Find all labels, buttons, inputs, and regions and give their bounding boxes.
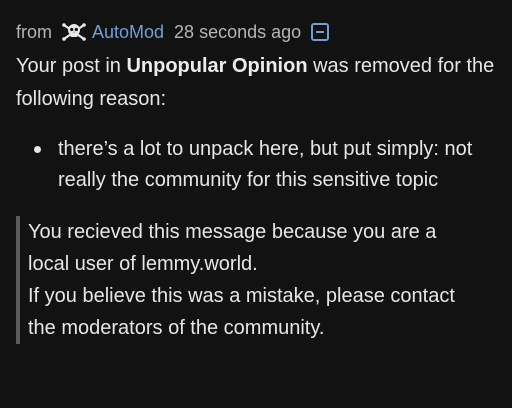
author-username-link[interactable]: AutoMod <box>92 22 164 43</box>
list-item: there’s a lot to unpack here, but put si… <box>34 134 496 196</box>
collapse-minus-icon[interactable] <box>311 23 330 41</box>
quote-line-2: If you believe this was a mistake, pleas… <box>28 285 455 339</box>
footer-quote: You recieved this message because you ar… <box>16 216 456 344</box>
removal-notice: Your post in Unpopular Opinion was remov… <box>16 50 496 116</box>
skull-crossbones-icon[interactable] <box>62 22 86 42</box>
community-name: Unpopular Opinion <box>126 55 308 77</box>
quote-line-1: You recieved this message because you ar… <box>28 221 437 275</box>
from-label: from <box>16 21 52 42</box>
moderation-message: from AutoMod 28 seconds ago Your post in… <box>0 0 512 408</box>
removal-reasons-list: there’s a lot to unpack here, but put si… <box>16 134 496 196</box>
intro-text-before: Your post in <box>16 55 127 77</box>
message-timestamp: 28 seconds ago <box>174 21 302 42</box>
message-header: from AutoMod 28 seconds ago <box>16 18 496 46</box>
